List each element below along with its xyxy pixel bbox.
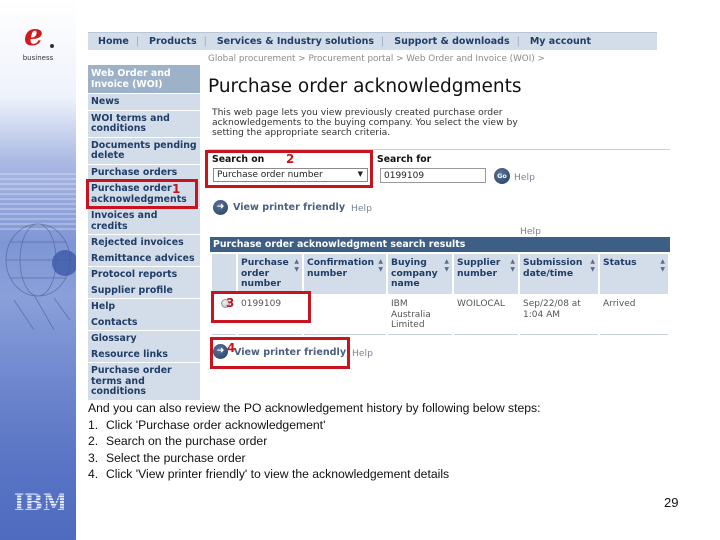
sidebar-item-glossary[interactable]: Glossary	[88, 331, 200, 347]
nav-home[interactable]: Home	[88, 36, 136, 47]
sidebar-item-contacts[interactable]: Contacts	[88, 314, 200, 331]
cell-submission: Sep/22/08 at 1:04 AM	[520, 294, 598, 335]
instructions-steps: 1. Click 'Purchase order acknowledgement'…	[88, 417, 541, 483]
breadcrumb[interactable]: Global procurement > Procurement portal …	[208, 54, 548, 64]
page-number: 29	[664, 495, 679, 510]
instructions-intro: And you can also review the PO acknowled…	[88, 401, 541, 415]
annotation-number-2: 2	[286, 152, 295, 166]
cell-supplier-number: WOILOCAL	[454, 294, 518, 335]
sidebar-item-web-order-invoice[interactable]: Web Order and Invoice (WOI)	[88, 65, 200, 94]
intro-text: This web page lets you view previously c…	[212, 107, 518, 138]
sidebar-item-po-terms-conditions[interactable]: Purchase order terms and conditions	[88, 363, 200, 401]
nav-my-account[interactable]: My account	[520, 36, 598, 47]
svg-text:IBM: IBM	[14, 490, 64, 512]
nav-support-downloads[interactable]: Support & downloads	[384, 36, 516, 47]
column-header-confirmation-number[interactable]: Confirmation number ▲ ▼	[304, 254, 386, 294]
arrow-right-icon[interactable]: ➜	[213, 200, 228, 215]
column-header-buying-company[interactable]: Buying company name ▲ ▼	[388, 254, 452, 294]
sidebar-item-woi-terms[interactable]: WOI terms and conditions	[88, 110, 200, 138]
shopping-cart-icon	[52, 250, 76, 276]
sort-icon[interactable]: ▲ ▼	[588, 258, 595, 279]
column-header-po-number[interactable]: Purchase order number ▲ ▼	[238, 254, 302, 294]
sidebar-item-protocol-reports[interactable]: Protocol reports	[88, 267, 200, 283]
e-business-label: business	[22, 54, 54, 62]
sidebar-item-rejected-invoices[interactable]: Rejected invoices	[88, 235, 200, 251]
nav-products[interactable]: Products	[139, 36, 204, 47]
instruction-step: 3. Select the purchase order	[88, 450, 246, 465]
cell-status: Arrived	[600, 294, 668, 335]
nav-services-industry-solutions[interactable]: Services & Industry solutions	[207, 36, 381, 47]
annotation-number-4: 4	[227, 341, 236, 355]
printer-help-link[interactable]: Help	[351, 203, 372, 214]
column-header-status[interactable]: Status ▲ ▼	[600, 254, 668, 294]
search-for-label: Search for	[377, 154, 432, 165]
annotation-number-1: 1	[172, 182, 181, 196]
bottom-help-link[interactable]: Help	[352, 348, 373, 359]
sidebar-item-resource-links[interactable]: Resource links	[88, 346, 200, 363]
svg-text:e: e	[24, 20, 43, 50]
sort-icon[interactable]: ▲ ▼	[508, 258, 515, 279]
results-help-link[interactable]: Help	[520, 226, 541, 237]
instruction-step: 2. Search on the purchase order	[88, 434, 268, 448]
instruction-step: 4. Click 'View printer friendly' to view …	[88, 467, 450, 481]
cell-buying-company: IBM Australia Limited	[388, 294, 452, 335]
sidebar: Web Order and Invoice (WOI) News WOI ter…	[88, 65, 200, 401]
column-header-supplier-number[interactable]: Supplier number ▲ ▼	[454, 254, 518, 294]
sort-icon[interactable]: ▲ ▼	[442, 258, 449, 290]
sidebar-item-remittance-advices[interactable]: Remittance advices	[88, 250, 200, 267]
annotation-number-3: 3	[226, 296, 235, 310]
results-header: Purchase order acknowledgment search res…	[210, 237, 670, 252]
sidebar-item-news[interactable]: News	[88, 94, 200, 111]
sidebar-item-documents-pending-delete[interactable]: Documents pending delete	[88, 137, 200, 165]
search-for-input[interactable]	[380, 168, 486, 183]
view-printer-friendly-link[interactable]: View printer friendly	[233, 202, 345, 213]
sort-icon[interactable]: ▲ ▼	[292, 258, 299, 290]
sidebar-item-invoices-credits[interactable]: Invoices and credits	[88, 208, 200, 235]
ibm-logo-icon: IBM	[14, 490, 64, 512]
top-navigation: Home | Products | Services & Industry so…	[88, 32, 657, 50]
go-button[interactable]: Go	[494, 168, 510, 184]
column-header-submission-datetime[interactable]: Submission date/time ▲ ▼	[520, 254, 598, 294]
annotation-box-1	[86, 179, 198, 209]
e-business-logo-icon: e	[24, 20, 54, 50]
sort-icon[interactable]: ▲ ▼	[658, 258, 665, 274]
sidebar-item-supplier-profile[interactable]: Supplier profile	[88, 282, 200, 299]
page-title: Purchase order acknowledgments	[208, 76, 522, 97]
instruction-step: 1. Click 'Purchase order acknowledgement'	[88, 417, 326, 432]
sidebar-item-help[interactable]: Help	[88, 299, 200, 315]
decorative-banner: e business IBM	[0, 0, 76, 540]
column-header-select	[212, 254, 236, 294]
sort-icon[interactable]: ▲ ▼	[376, 258, 383, 279]
cell-confirmation-number	[304, 294, 386, 335]
instructions: And you can also review the PO acknowled…	[88, 400, 541, 483]
search-help-link[interactable]: Help	[514, 172, 535, 183]
